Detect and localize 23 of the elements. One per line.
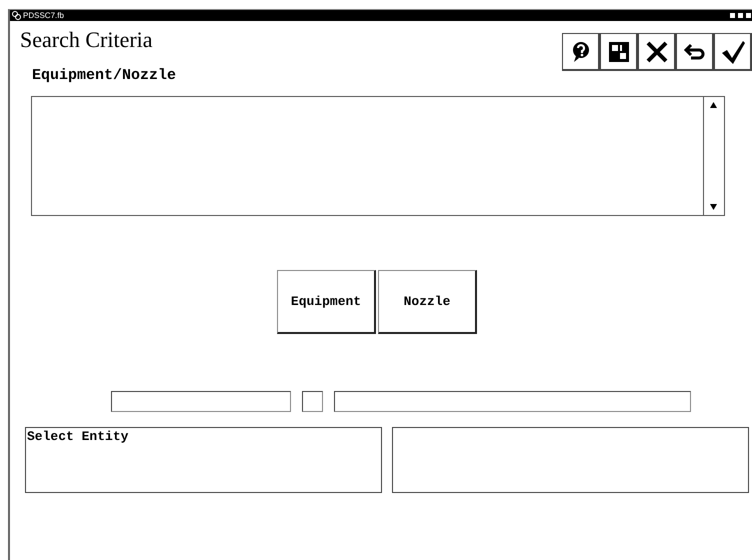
entity-button[interactable]: Equipment (277, 270, 376, 334)
input-field[interactable] (111, 391, 291, 412)
input-field[interactable] (302, 391, 323, 412)
maximize-button[interactable] (737, 12, 744, 19)
window-title: PDSSC7.fb (23, 10, 64, 20)
form-icon (606, 40, 630, 64)
entity-button[interactable]: Nozzle (378, 270, 477, 334)
help-button[interactable] (562, 33, 600, 71)
undo-button[interactable] (676, 33, 714, 71)
minimize-button[interactable] (729, 12, 736, 19)
list-box[interactable] (31, 96, 725, 216)
app-icon (12, 11, 21, 20)
close-icon (644, 40, 668, 64)
cancel-button[interactable] (638, 33, 676, 71)
form-title: Search Criteria (20, 27, 153, 54)
message-text: Select Entity (27, 429, 128, 444)
list-label: Equipment/Nozzle (32, 67, 178, 85)
undo-icon (682, 42, 706, 62)
check-icon (720, 38, 746, 64)
accept-button[interactable] (714, 33, 752, 71)
input-field[interactable] (334, 391, 691, 412)
form-button[interactable] (600, 33, 638, 71)
close-button[interactable] (745, 12, 752, 19)
